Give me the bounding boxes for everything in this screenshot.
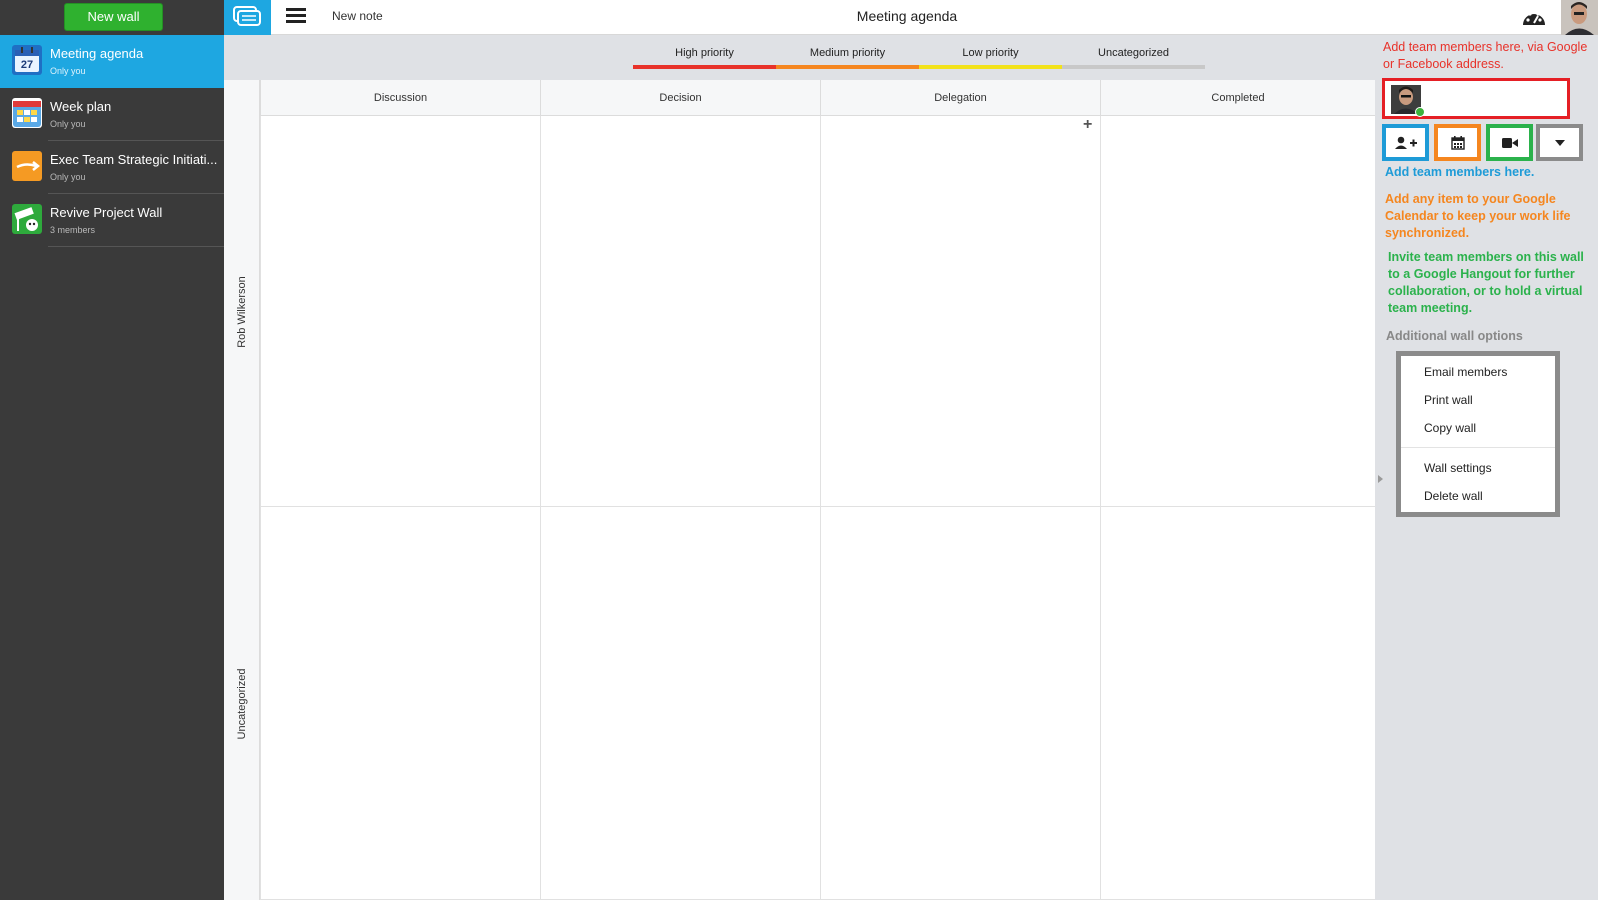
annotation-additional-options: Additional wall options (1386, 329, 1523, 343)
menu-item-print-wall[interactable]: Print wall (1424, 393, 1473, 407)
top-bar: New note Meeting agenda (224, 0, 1598, 35)
video-camera-icon (1501, 137, 1518, 148)
board-cell[interactable] (820, 507, 1100, 900)
board-cell[interactable] (820, 116, 1100, 507)
arrow-icon (12, 151, 42, 181)
wall-item-exec-team[interactable]: Exec Team Strategic Initiati... Only you (0, 141, 224, 194)
row-label-uncategorized: Uncategorized (236, 668, 248, 739)
new-wall-button[interactable]: New wall (64, 3, 163, 31)
menu-item-copy-wall[interactable]: Copy wall (1424, 421, 1476, 435)
priority-filter-bar: High priority Medium priority Low priori… (224, 35, 1375, 80)
google-calendar-button[interactable] (1434, 124, 1481, 161)
priority-label: Low priority (962, 47, 1019, 59)
menu-item-delete-wall[interactable]: Delete wall (1424, 489, 1483, 503)
priority-label: Uncategorized (1098, 47, 1169, 59)
wall-item-title: Exec Team Strategic Initiati... (50, 152, 218, 167)
wall-sidebar: New wall 27 Meeting agenda Only you Week… (0, 0, 224, 900)
add-member-button[interactable] (1382, 124, 1429, 161)
wall-item-week-plan[interactable]: Week plan Only you (0, 88, 224, 141)
column-header-completed: Completed (1100, 80, 1375, 116)
google-hangout-button[interactable] (1486, 124, 1533, 161)
wall-item-subtitle: Only you (50, 66, 86, 76)
calendar-icon (1450, 135, 1465, 150)
column-header-delegation: Delegation (820, 80, 1100, 116)
board-cell[interactable] (540, 507, 820, 900)
priority-label: High priority (675, 47, 734, 59)
calendar-grid-icon (12, 98, 42, 128)
board-cell[interactable] (540, 116, 820, 507)
annotation-hangout: Invite team members on this wall to a Go… (1388, 250, 1584, 315)
revive-sign-icon (12, 204, 42, 234)
calendar-27-icon: 27 (12, 45, 42, 75)
wall-members-list (1382, 78, 1570, 119)
calendar-day-text: 27 (21, 59, 33, 71)
board-cell[interactable] (260, 116, 540, 507)
board-cell[interactable] (1100, 116, 1375, 507)
user-avatar[interactable] (1561, 0, 1598, 35)
priority-high-tab[interactable]: High priority (633, 47, 776, 69)
row-label-rob-wilkerson: Rob Wilkerson (236, 275, 248, 348)
menu-item-email-members[interactable]: Email members (1424, 365, 1507, 379)
add-user-icon (1394, 136, 1417, 149)
wall-item-subtitle: 3 members (50, 225, 96, 235)
board-cell[interactable] (260, 507, 540, 900)
wall-item-subtitle: Only you (50, 119, 86, 129)
wall-item-title: Meeting agenda (50, 46, 144, 61)
wall-item-title: Week plan (50, 99, 112, 114)
priority-label: Medium priority (809, 47, 886, 59)
wall-item-subtitle: Only you (50, 172, 86, 182)
board-cell[interactable] (1100, 507, 1375, 900)
collapse-panel-arrow-icon[interactable] (1378, 475, 1383, 483)
more-options-dropdown-button[interactable] (1536, 124, 1583, 161)
priority-uncategorized-tab[interactable]: Uncategorized (1062, 47, 1205, 69)
column-header-discussion: Discussion (260, 80, 540, 116)
caret-down-icon (1554, 139, 1565, 146)
priority-medium-tab[interactable]: Medium priority (776, 47, 919, 69)
add-note-plus-icon[interactable]: + (1083, 116, 1092, 134)
wall-item-meeting-agenda[interactable]: 27 Meeting agenda Only you (0, 35, 224, 88)
priority-low-tab[interactable]: Low priority (919, 47, 1062, 69)
wall-board: Discussion Decision Delegation Completed… (224, 80, 1375, 900)
annotation-members-invite: Add team members here, via Google or Fac… (1383, 40, 1588, 71)
annotation-calendar: Add any item to your Google Calendar to … (1385, 192, 1571, 240)
column-header-decision: Decision (540, 80, 820, 116)
wall-item-title: Revive Project Wall (50, 205, 163, 220)
wall-options-menu: Email members Print wall Copy wall Wall … (1396, 351, 1560, 517)
online-status-dot (1415, 107, 1425, 117)
menu-divider (1401, 447, 1555, 448)
page-title: Meeting agenda (856, 8, 958, 24)
menu-item-wall-settings[interactable]: Wall settings (1424, 461, 1492, 475)
wall-item-revive-project[interactable]: Revive Project Wall 3 members (0, 194, 224, 247)
dashboard-gauge-icon[interactable] (1520, 5, 1548, 31)
annotation-add-members: Add team members here. (1385, 165, 1535, 179)
right-panel: Add team members here, via Google or Fac… (1375, 35, 1598, 900)
